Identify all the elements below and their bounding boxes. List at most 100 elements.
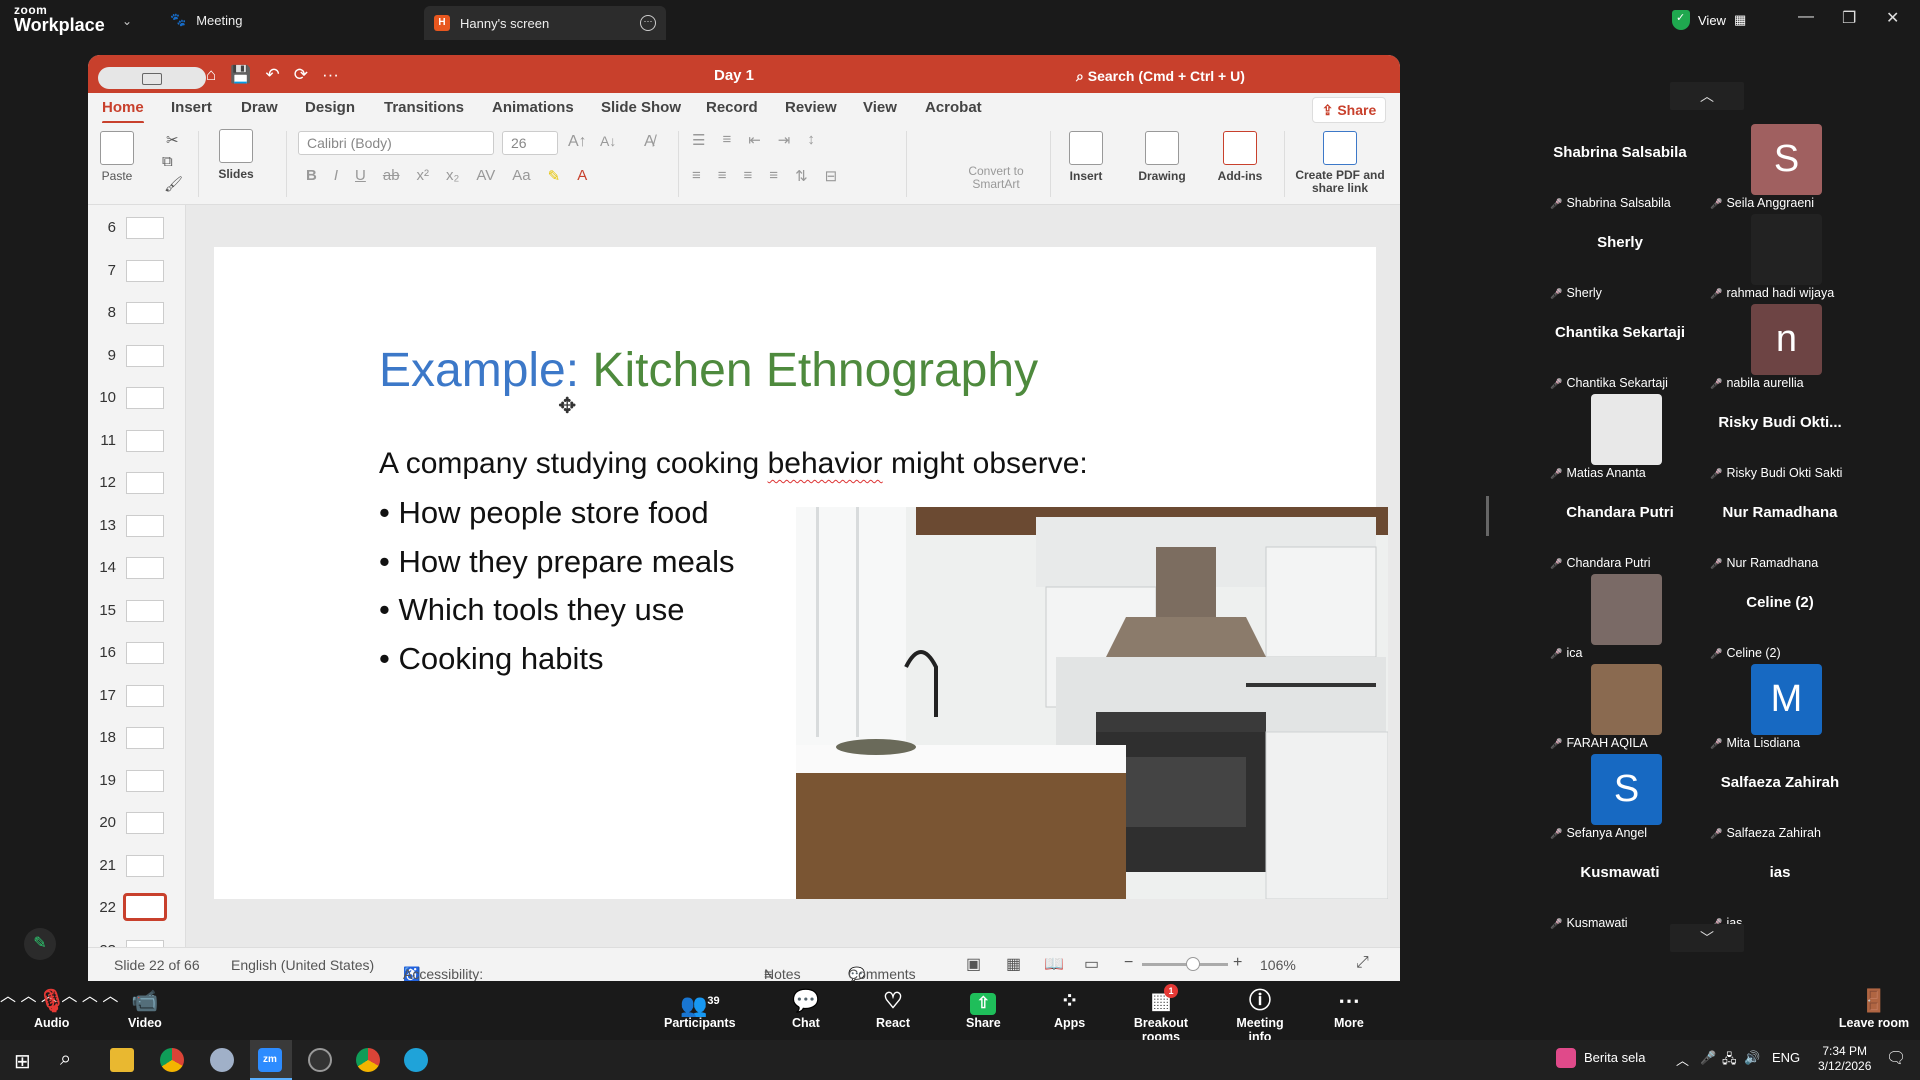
char-spacing-icon[interactable]: AV [476, 167, 495, 185]
normal-view-icon[interactable]: ▣ [966, 954, 981, 974]
participant-tile[interactable]: SSefanya Angel [1540, 752, 1700, 842]
underline-icon[interactable]: U [355, 167, 366, 185]
tab-slide-show[interactable]: Slide Show [601, 99, 681, 116]
slide-thumbnail[interactable]: 13 [88, 509, 185, 543]
save-icon[interactable]: 💾 [230, 65, 251, 85]
line-spacing-icon[interactable]: ↕ [807, 131, 815, 149]
participant-tile[interactable]: FARAH AQILA [1540, 662, 1700, 752]
news-widget-icon[interactable] [1556, 1048, 1576, 1068]
font-color-icon[interactable]: A [577, 167, 587, 185]
justify-icon[interactable]: ≡ [769, 167, 778, 185]
react-button[interactable]: ♡ React [876, 988, 910, 1030]
participant-tile[interactable]: SSeila Anggraeni [1700, 122, 1860, 212]
align-right-icon[interactable]: ≡ [744, 167, 753, 185]
tab-review[interactable]: Review [785, 99, 837, 116]
tab-home[interactable]: Home [102, 99, 144, 124]
slide-sorter-icon[interactable]: ▦ [1006, 954, 1021, 974]
slide-thumbnail[interactable]: 12 [88, 466, 185, 500]
participant-tile[interactable]: rahmad hadi wijaya [1700, 212, 1860, 302]
slide-thumbnail[interactable]: 9 [88, 339, 185, 373]
app-icon[interactable] [210, 1048, 234, 1072]
minimize-icon[interactable]: — [1798, 8, 1814, 26]
tab-design[interactable]: Design [305, 99, 355, 116]
zoom-level[interactable]: 106% [1260, 957, 1296, 973]
tab-record[interactable]: Record [706, 99, 758, 116]
participant-tile[interactable]: Kusmawati Kusmawati [1540, 842, 1700, 932]
clear-format-icon[interactable]: A̸ [644, 133, 655, 151]
participant-tile[interactable]: Sherly Sherly [1540, 212, 1700, 302]
participant-tile[interactable]: ica [1540, 572, 1700, 662]
tab-transitions[interactable]: Transitions [384, 99, 464, 116]
reading-view-icon[interactable]: 📖 [1044, 954, 1064, 974]
slide-thumbnail[interactable]: 20 [88, 806, 185, 840]
participant-tile[interactable]: Shabrina Salsabila Shabrina Salsabila [1540, 122, 1700, 212]
add-ins-button[interactable]: Add-ins [1212, 131, 1268, 183]
current-slide[interactable]: Example: Kitchen Ethnography A company s… [214, 247, 1388, 899]
format-painter-icon[interactable]: 🖌 [164, 175, 183, 193]
tab-shared-screen[interactable]: H Hanny's screen ··· [424, 6, 666, 40]
tab-view[interactable]: View [863, 99, 897, 116]
align-center-icon[interactable]: ≡ [718, 167, 727, 185]
zoom-in-icon[interactable]: + [1233, 954, 1242, 972]
view-button[interactable]: View ▦ [1672, 10, 1746, 30]
zoom-app-icon[interactable]: zm [258, 1048, 282, 1072]
increase-indent-icon[interactable]: ⇥ [778, 131, 791, 149]
slide-thumbnail[interactable]: 7 [88, 254, 185, 288]
chevron-down-icon[interactable]: ⌄ [122, 14, 132, 28]
zoom-slider-thumb[interactable] [1186, 957, 1200, 971]
annotate-pen-icon[interactable]: ✎ [24, 928, 56, 960]
news-widget-label[interactable]: Berita sela [1584, 1050, 1645, 1065]
participant-tile[interactable]: Salfaeza Zahirah Salfaeza Zahirah [1700, 752, 1860, 842]
slide-bullet-list[interactable]: How people store food How they prepare m… [379, 495, 734, 689]
slide-thumbnail[interactable]: 23 [88, 934, 185, 947]
tab-insert[interactable]: Insert [171, 99, 212, 116]
clock[interactable]: 7:34 PM 3/12/2026 [1818, 1044, 1871, 1074]
more-button[interactable]: ⋯ More [1334, 988, 1364, 1030]
camera-app-icon[interactable] [308, 1048, 332, 1072]
sidebar-toggle[interactable] [98, 67, 206, 89]
chrome-icon[interactable] [160, 1048, 184, 1072]
subscript-icon[interactable]: x₂ [446, 167, 459, 185]
italic-icon[interactable]: I [334, 167, 338, 185]
text-direction-icon[interactable]: ⇅ [795, 167, 808, 185]
convert-smartart-button[interactable]: Convert to SmartArt [956, 165, 1036, 191]
copy-icon[interactable]: ⧉ [162, 153, 173, 170]
breakout-rooms-button[interactable]: ▦ 1 Breakout rooms [1118, 984, 1204, 1044]
search-box[interactable]: ⌕ Search (Cmd + Ctrl + U) [1076, 68, 1245, 85]
home-icon[interactable]: ⌂ [206, 65, 216, 85]
gallery-scroll-down[interactable]: ﹀ [1670, 924, 1744, 952]
kitchen-photo[interactable] [796, 507, 1388, 899]
zoom-out-icon[interactable]: − [1124, 954, 1133, 972]
microphone-icon[interactable]: 🎤 [1700, 1050, 1716, 1066]
font-size-select[interactable]: 26 [502, 131, 558, 155]
tab-animations[interactable]: Animations [492, 99, 574, 116]
participant-tile[interactable]: Chandara Putri Chandara Putri [1540, 482, 1700, 572]
slide-thumbnail[interactable]: 16 [88, 636, 185, 670]
slide-thumbnail[interactable]: 21 [88, 849, 185, 883]
tab-draw[interactable]: Draw [241, 99, 278, 116]
windows-start-icon[interactable]: ⊞ [14, 1049, 31, 1074]
slide-thumbnail[interactable]: 19 [88, 764, 185, 798]
slide-title[interactable]: Example: Kitchen Ethnography [379, 343, 1038, 398]
participant-tile[interactable]: MMita Lisdiana [1700, 662, 1860, 752]
more-icon[interactable]: ··· [322, 65, 339, 85]
slide-thumbnail[interactable]: 8 [88, 296, 185, 330]
slide-thumbnail[interactable]: 6 [88, 211, 185, 245]
file-explorer-icon[interactable] [110, 1048, 134, 1072]
edge-icon[interactable] [404, 1048, 428, 1072]
share-options-caret-icon[interactable]: ︿ [82, 988, 98, 1005]
zoom-slider[interactable] [1142, 963, 1228, 966]
cut-icon[interactable]: ✂ [166, 131, 179, 149]
slide-thumbnail[interactable]: 14 [88, 551, 185, 585]
redo-icon[interactable]: ⟳ [294, 65, 308, 85]
slide-thumbnail[interactable]: 17 [88, 679, 185, 713]
align-text-icon[interactable]: ⊟ [825, 167, 838, 185]
video-button[interactable]: 📹 Video [128, 988, 162, 1030]
slide-thumbnail[interactable]: 22 [88, 891, 185, 925]
language-status[interactable]: English (United States) [231, 957, 374, 973]
participant-tile[interactable]: Celine (2) Celine (2) [1700, 572, 1860, 662]
decrease-indent-icon[interactable]: ⇤ [748, 131, 761, 149]
notifications-icon[interactable]: 🗨 [1886, 1048, 1906, 1068]
slide-subtitle[interactable]: A company studying cooking behavior migh… [379, 447, 1088, 481]
fit-to-window-icon[interactable]: ⤢ [1356, 954, 1369, 972]
